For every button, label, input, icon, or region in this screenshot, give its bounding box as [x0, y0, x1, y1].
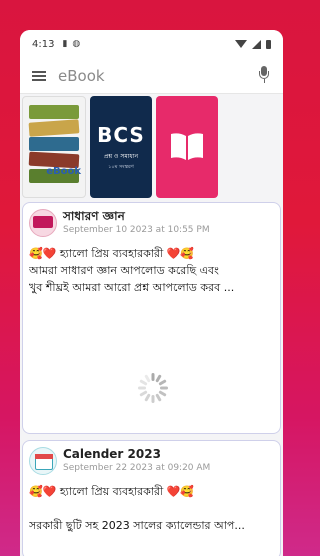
open-book-icon: [171, 133, 203, 160]
book-cover-open-book[interactable]: [156, 96, 218, 198]
post-line: সরকারী ছুটি সহ 2023 সালের ক্যালেন্ডার আপ…: [29, 519, 245, 532]
post-line: খুব শীঘ্রই আমরা আরো প্রশ্ন আপলোড করব ...: [29, 281, 235, 294]
book-title: BCS: [97, 122, 145, 147]
post-line: 🥰❤️ হ্যালো প্রিয় ব্যবহারকারী ❤️🥰: [29, 485, 195, 498]
hamburger-menu-icon[interactable]: [32, 70, 46, 81]
book-cover-bcs[interactable]: BCS প্রশ্ন ও সমাধান ১০ম সংস্করণ: [90, 96, 152, 198]
status-bar: 4:13 ▮ ◍: [20, 30, 283, 58]
calendar-avatar-icon: [29, 447, 57, 475]
book-subtitle: প্রশ্ন ও সমাধান: [103, 152, 139, 160]
status-time: 4:13: [32, 38, 55, 50]
loading-spinner-icon: [138, 373, 168, 403]
post-header: Calender 2023 September 22 2023 at 09:20…: [23, 441, 280, 475]
post-title: Calender 2023: [63, 447, 161, 461]
post-card[interactable]: সাধারণ জ্ঞান September 10 2023 at 10:55 …: [22, 202, 281, 434]
post-date: September 10 2023 at 10:55 PM: [63, 225, 210, 235]
post-title: সাধারণ জ্ঞান: [63, 209, 125, 223]
post-line: [29, 500, 274, 517]
post-line: 🥰❤️ হ্যালো প্রিয় ব্যবহারকারী ❤️🥰: [29, 247, 195, 260]
post-line: আমরা সাধারণ জ্ঞান আপলোড করেছি এবং: [29, 264, 219, 277]
battery-icon: [266, 39, 271, 49]
signal-icon: [252, 39, 261, 49]
book-edition: ১০ম সংস্করণ: [108, 163, 134, 170]
phone-screen: 4:13 ▮ ◍ eBook eBook BCS প্রশ্ন ও সমাধান…: [20, 30, 283, 556]
search-input[interactable]: eBook: [58, 67, 257, 85]
search-bar[interactable]: eBook: [20, 58, 283, 94]
post-header: সাধারণ জ্ঞান September 10 2023 at 10:55 …: [23, 203, 280, 237]
post-date: September 22 2023 at 09:20 AM: [63, 463, 211, 473]
wifi-icon: [235, 40, 247, 48]
book-label: eBook: [46, 166, 81, 177]
microphone-icon[interactable]: [257, 65, 271, 86]
book-cover-ebook[interactable]: eBook: [22, 96, 86, 198]
sd-card-icon: ▮: [62, 39, 68, 49]
post-card[interactable]: Calender 2023 September 22 2023 at 09:20…: [22, 440, 281, 556]
android-icon: ◍: [72, 39, 81, 49]
avatar: [29, 209, 57, 237]
post-body: 🥰❤️ হ্যালো প্রিয় ব্যবহারকারী ❤️🥰 সরকারী…: [23, 475, 280, 534]
book-carousel: eBook BCS প্রশ্ন ও সমাধান ১০ম সংস্করণ: [20, 94, 283, 200]
post-body: 🥰❤️ হ্যালো প্রিয় ব্যবহারকারী ❤️🥰 আমরা স…: [23, 237, 280, 296]
